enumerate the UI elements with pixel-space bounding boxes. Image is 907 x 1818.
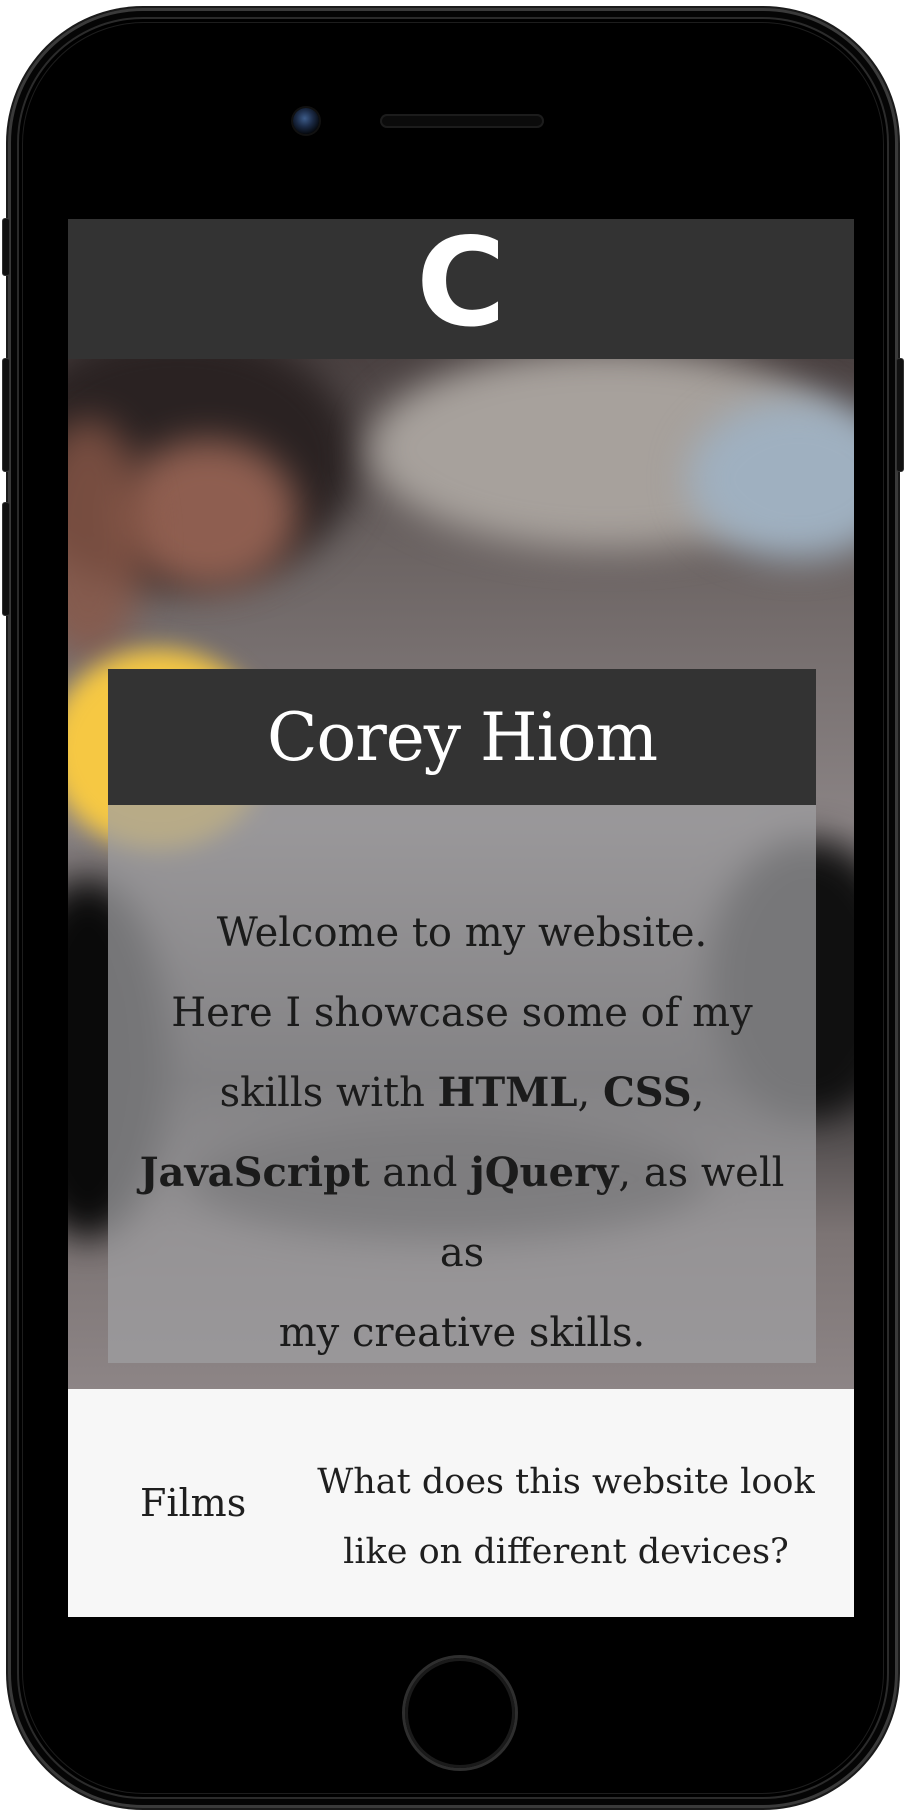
front-camera-icon — [293, 108, 319, 134]
bottom-nav: Films What does this website look like o… — [68, 1389, 854, 1617]
intro-line: skills with HTML, CSS, — [132, 1053, 792, 1133]
intro-text-part: skills with — [219, 1070, 438, 1116]
intro-line: Welcome to my website. — [216, 910, 708, 956]
intro-text-part: , — [691, 1070, 705, 1116]
intro-card: Corey Hiom Welcome to my website. Here I… — [108, 669, 816, 1363]
earpiece-speaker-icon — [380, 114, 544, 128]
hero-section: Corey Hiom Welcome to my website. Here I… — [68, 359, 854, 1389]
skill-html: HTML — [437, 1069, 578, 1116]
power-button — [896, 358, 904, 472]
intro-line: my creative skills. — [278, 1310, 646, 1356]
skill-css: CSS — [602, 1069, 692, 1116]
skill-javascript: JavaScript — [139, 1149, 370, 1196]
site-header: C — [68, 219, 854, 359]
home-button-icon[interactable] — [405, 1658, 515, 1768]
nav-link-devices-line: What does this website look — [317, 1462, 815, 1502]
intro-text-part: , — [577, 1070, 603, 1116]
phone-screen: C Corey Hiom Welcome to my website. Here… — [68, 219, 854, 1617]
intro-text: Welcome to my website. Here I showcase s… — [108, 805, 816, 1363]
letter-c-logo[interactable]: C — [416, 222, 506, 344]
nav-link-devices[interactable]: What does this website look like on diff… — [306, 1447, 826, 1587]
phone-frame: C Corey Hiom Welcome to my website. Here… — [2, 8, 904, 1808]
nav-link-devices-line: like on different devices? — [343, 1532, 789, 1572]
silent-switch — [2, 218, 10, 276]
intro-text-part: and — [369, 1150, 471, 1196]
page-title: Corey Hiom — [108, 669, 816, 805]
intro-line: JavaScript and jQuery, as well as — [132, 1133, 792, 1293]
volume-down-button — [2, 502, 10, 616]
skill-jquery: jQuery — [470, 1149, 619, 1196]
nav-link-films[interactable]: Films — [140, 1389, 246, 1617]
volume-up-button — [2, 358, 10, 472]
intro-line: Here I showcase some of my — [171, 990, 753, 1036]
